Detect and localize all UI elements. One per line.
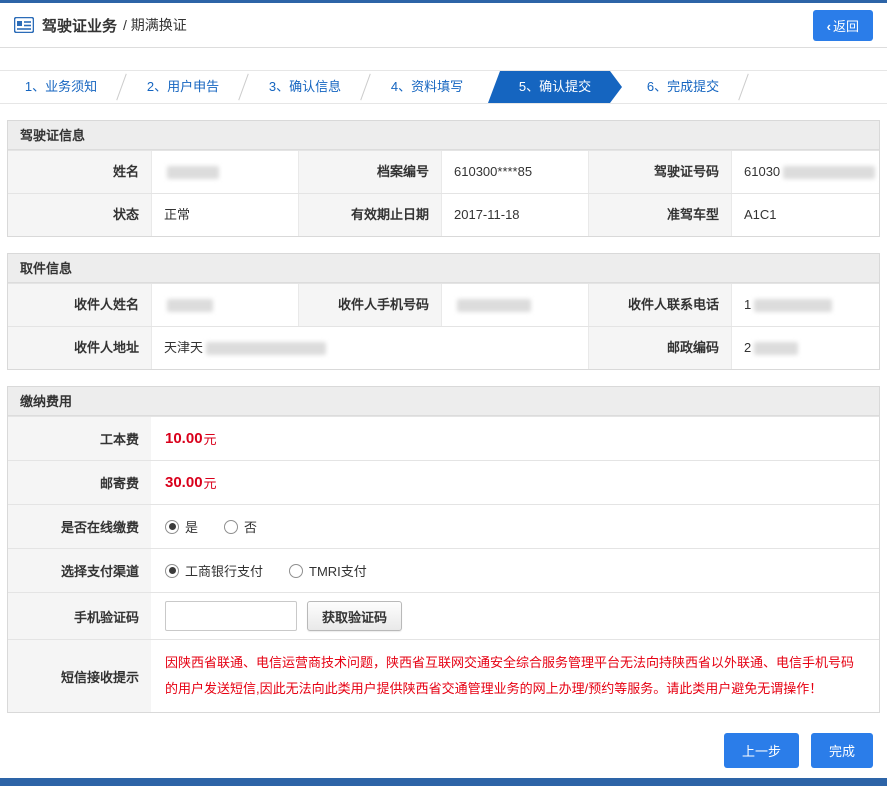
address-value: 天津天	[151, 327, 588, 369]
radio-no-label: 否	[244, 520, 258, 535]
step-6-complete-submit[interactable]: 6、完成提交	[622, 71, 744, 103]
sms-notice-label: 短信接收提示	[8, 640, 151, 712]
fees-section-title: 缴纳费用	[8, 387, 879, 416]
fees-section: 缴纳费用 工本费 10.00 元 邮寄费 30.00 元 是否在线缴费 是 否 选择…	[7, 386, 880, 713]
radio-channel-tmri[interactable]: TMRI支付	[289, 561, 367, 580]
postage-fee-row: 邮寄费 30.00 元	[8, 460, 879, 504]
recipient-name-label: 收件人姓名	[8, 284, 151, 326]
postage-fee-value: 30.00 元	[151, 461, 879, 504]
payment-channel-options: 工商银行支付 TMRI支付	[151, 549, 879, 592]
address-prefix: 天津天	[164, 340, 204, 355]
step-4-fill-in-data[interactable]: 4、资料填写	[366, 71, 488, 103]
table-row: 姓名 档案编号 610300****85 驾驶证号码 61030	[8, 150, 879, 193]
production-fee-amount: 10.00	[165, 430, 203, 447]
license-number-label: 驾驶证号码	[588, 151, 731, 193]
name-value	[151, 151, 298, 193]
step-5-confirm-submit[interactable]: 5、确认提交	[488, 71, 622, 103]
radio-yes-label: 是	[185, 520, 199, 535]
address-label: 收件人地址	[8, 327, 151, 369]
radio-unselected-icon	[289, 563, 304, 578]
recipient-phone-prefix: 1	[744, 297, 752, 312]
get-captcha-button[interactable]: 获取验证码	[307, 601, 403, 631]
sms-notice-text: 因陕西省联通、电信运营商技术问题，陕西省互联网交通安全综合服务管理平台无法向持陕…	[151, 640, 879, 712]
radio-online-pay-no[interactable]: 否	[224, 517, 257, 536]
captcha-row: 手机验证码 获取验证码	[8, 592, 879, 639]
payment-channel-label: 选择支付渠道	[8, 549, 151, 592]
previous-step-button[interactable]: 上一步	[723, 733, 799, 768]
table-row: 收件人地址 天津天 邮政编码 2	[8, 326, 879, 369]
vehicle-class-label: 准驾车型	[588, 194, 731, 236]
redacted-address	[206, 342, 327, 356]
online-pay-options: 是 否	[151, 505, 879, 548]
bottom-actions: 上一步 完成	[0, 713, 887, 786]
radio-channel-icbc[interactable]: 工商银行支付	[165, 561, 263, 580]
recipient-phone-label: 收件人联系电话	[588, 284, 731, 326]
postage-fee-label: 邮寄费	[8, 461, 151, 504]
expiry-date-label: 有效期止日期	[298, 194, 441, 236]
breadcrumb-current: / 期满换证	[123, 17, 187, 33]
postcode-value: 2	[731, 327, 879, 369]
redacted-recipient-mobile	[457, 299, 531, 313]
file-number-label: 档案编号	[298, 151, 441, 193]
postcode-prefix: 2	[744, 340, 752, 355]
bottom-accent-bar	[0, 778, 887, 786]
step-3-confirm-info[interactable]: 3、确认信息	[244, 71, 366, 103]
file-number-value: 610300****85	[441, 151, 588, 193]
name-label: 姓名	[8, 151, 151, 193]
redacted-name	[167, 166, 219, 180]
redacted-recipient-name	[167, 299, 213, 313]
postage-fee-unit: 元	[203, 476, 217, 491]
online-pay-row: 是否在线缴费 是 否	[8, 504, 879, 548]
redacted-recipient-phone	[754, 299, 833, 313]
table-row: 状态 正常 有效期止日期 2017-11-18 准驾车型 A1C1	[8, 193, 879, 236]
redacted-license-number	[783, 166, 876, 180]
radio-tmri-label: TMRI支付	[309, 564, 367, 579]
production-fee-label: 工本费	[8, 417, 151, 460]
status-value: 正常	[151, 194, 298, 236]
license-info-section: 驾驶证信息 姓名 档案编号 610300****85 驾驶证号码 61030 状…	[7, 120, 880, 237]
step-navigation: 1、业务须知 2、用户申告 3、确认信息 4、资料填写 5、确认提交 6、完成提…	[0, 70, 887, 104]
recipient-phone-value: 1	[731, 284, 879, 326]
sms-notice-row: 短信接收提示 因陕西省联通、电信运营商技术问题，陕西省互联网交通安全综合服务管理…	[8, 639, 879, 712]
production-fee-unit: 元	[203, 432, 217, 447]
captcha-label: 手机验证码	[8, 593, 151, 639]
recipient-name-value	[151, 284, 298, 326]
step-1-business-notice[interactable]: 1、业务须知	[0, 71, 122, 103]
back-chevron-icon: ‹	[826, 18, 831, 34]
radio-selected-icon	[165, 563, 179, 578]
recipient-mobile-label: 收件人手机号码	[298, 284, 441, 326]
license-number-value: 61030	[731, 151, 879, 193]
license-business-icon	[14, 17, 34, 33]
captcha-input[interactable]	[165, 601, 297, 631]
pickup-info-section: 取件信息 收件人姓名 收件人手机号码 收件人联系电话 1 收件人地址 天津天 邮…	[7, 253, 880, 370]
online-pay-label: 是否在线缴费	[8, 505, 151, 548]
production-fee-value: 10.00 元	[151, 417, 879, 460]
postcode-label: 邮政编码	[588, 327, 731, 369]
redacted-postcode	[754, 342, 799, 356]
pickup-section-title: 取件信息	[8, 254, 879, 283]
page-title: 驾驶证业务	[42, 17, 118, 35]
page-header: 驾驶证业务 / 期满换证 ‹ 返回	[0, 3, 887, 48]
back-button-label: 返回	[832, 18, 859, 34]
status-label: 状态	[8, 194, 151, 236]
finish-button[interactable]: 完成	[810, 733, 873, 768]
back-button[interactable]: ‹ 返回	[812, 9, 873, 41]
vehicle-class-value: A1C1	[731, 194, 879, 236]
recipient-mobile-value	[441, 284, 588, 326]
radio-unselected-icon	[224, 519, 239, 534]
radio-icbc-label: 工商银行支付	[185, 564, 264, 579]
license-section-title: 驾驶证信息	[8, 121, 879, 150]
payment-channel-row: 选择支付渠道 工商银行支付 TMRI支付	[8, 548, 879, 592]
table-row: 收件人姓名 收件人手机号码 收件人联系电话 1	[8, 283, 879, 326]
captcha-controls: 获取验证码	[151, 593, 879, 639]
expiry-date-value: 2017-11-18	[441, 194, 588, 236]
postage-fee-amount: 30.00	[165, 474, 203, 491]
production-fee-row: 工本费 10.00 元	[8, 416, 879, 460]
radio-online-pay-yes[interactable]: 是	[165, 517, 198, 536]
step-2-user-declaration[interactable]: 2、用户申告	[122, 71, 244, 103]
radio-selected-icon	[165, 519, 179, 534]
license-number-prefix: 61030	[744, 164, 781, 179]
